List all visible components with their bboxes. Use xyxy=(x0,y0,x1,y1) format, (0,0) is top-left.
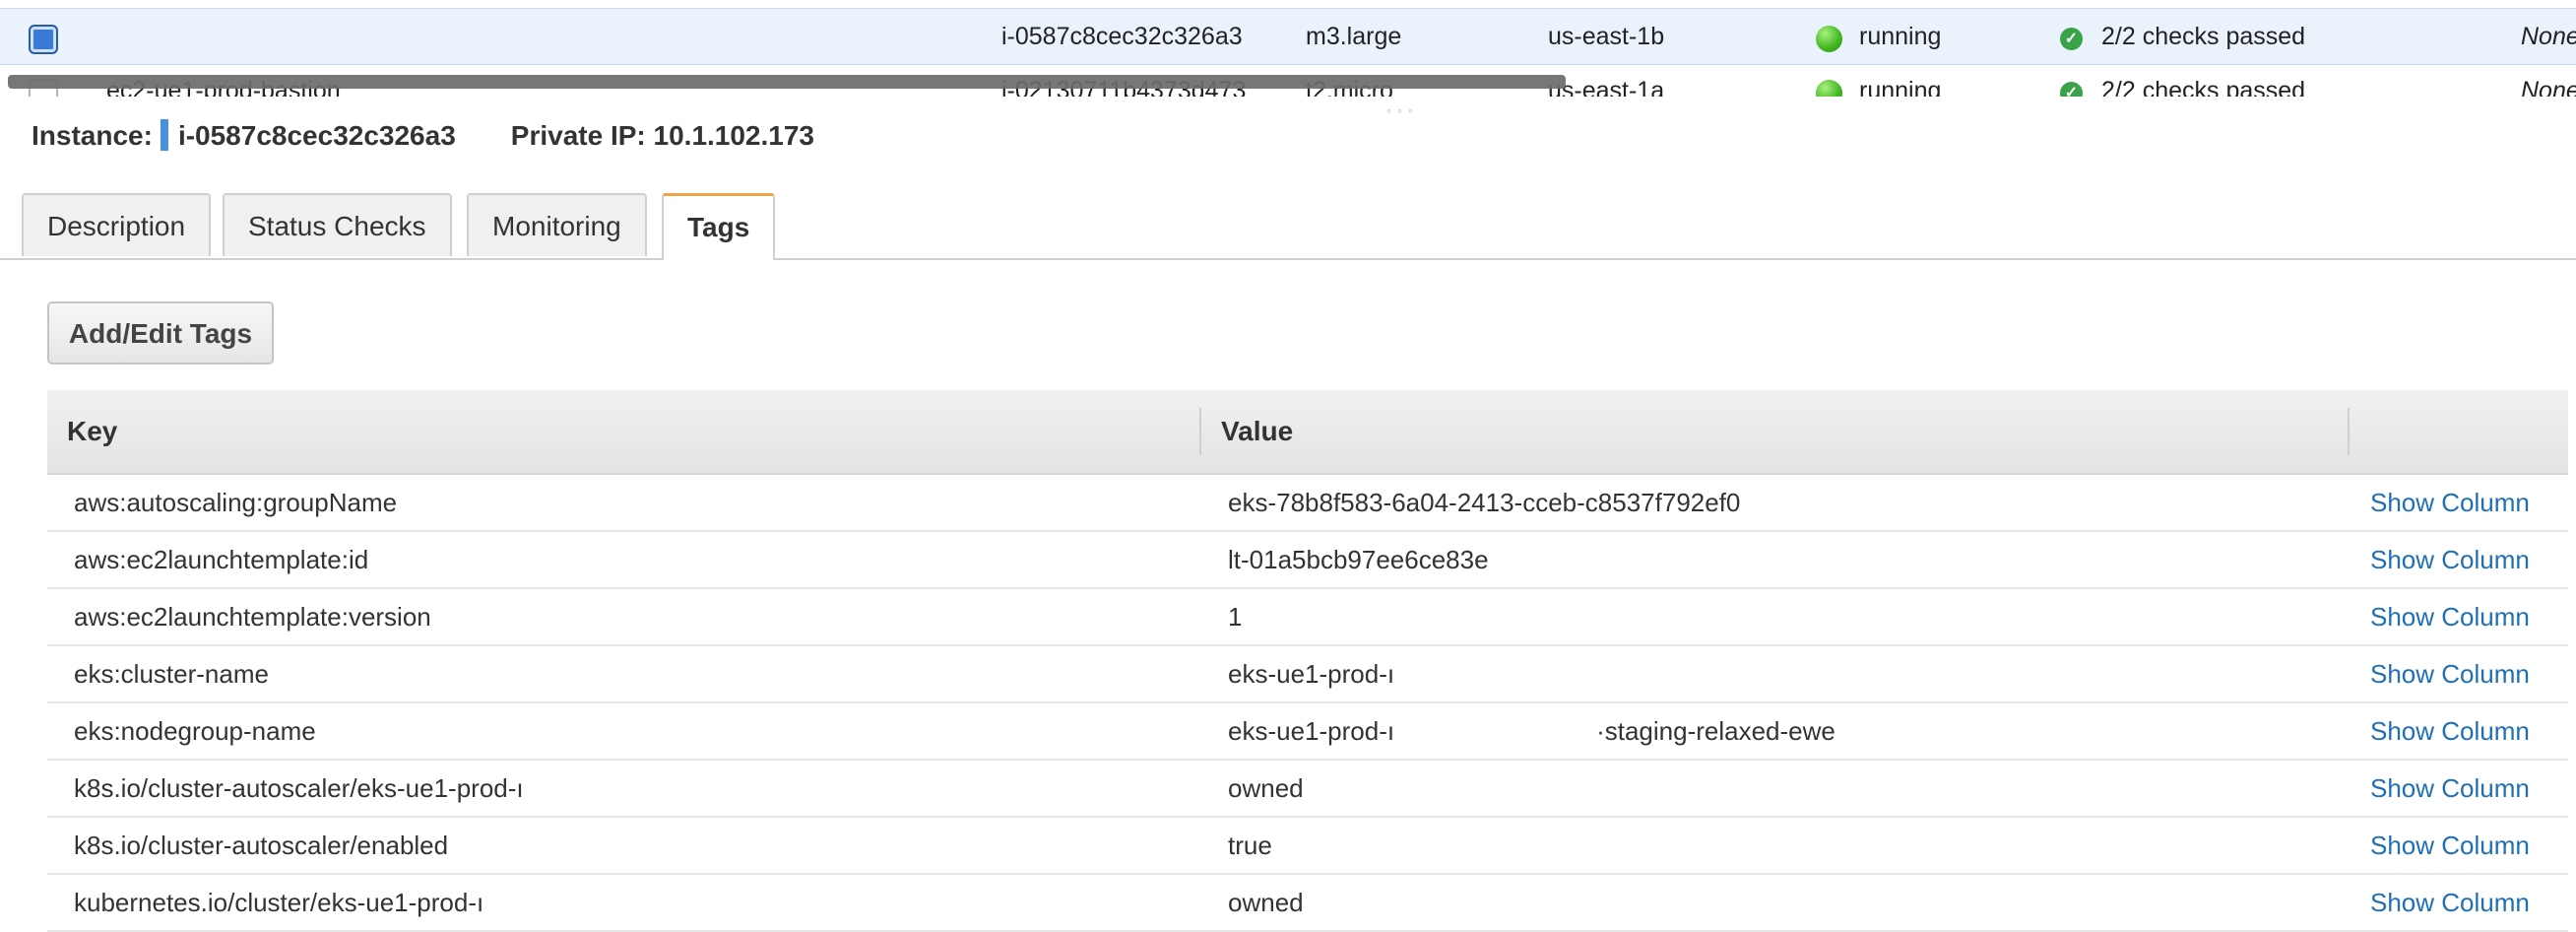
instance-type: m3.large xyxy=(1306,23,1402,50)
instance-state: running xyxy=(1859,77,1942,97)
tag-value-text: eks-ue1-prod-ı xyxy=(1228,716,1395,746)
tab-monitoring[interactable]: Monitoring xyxy=(467,193,647,256)
instance-id-value: i-0587c8cec32c326a3 xyxy=(177,120,456,151)
tab-tags[interactable]: Tags xyxy=(662,193,776,260)
table-header: Key Value xyxy=(47,390,2568,475)
instance-label: Instance: xyxy=(32,120,153,151)
table-row: aws:ec2launchtemplate:version 1 Show Col… xyxy=(47,589,2568,646)
instance-list: i-0587c8cec32c326a3 m3.large us-east-1b … xyxy=(0,0,2576,97)
tab-description[interactable]: Description xyxy=(22,193,212,256)
tag-key: eks:cluster-name xyxy=(74,659,269,689)
table-row: kubernetes.io/cluster/eks-ue1-prod-ı own… xyxy=(47,875,2568,932)
show-column-link[interactable]: Show Column xyxy=(2370,532,2530,587)
instance-row-selected[interactable]: i-0587c8cec32c326a3 m3.large us-east-1b … xyxy=(0,8,2576,65)
green-circle-icon xyxy=(1816,26,1842,52)
tag-key: k8s.io/cluster-autoscaler/eks-ue1-prod-ı xyxy=(74,773,524,803)
private-ip-value: 10.1.102.173 xyxy=(653,120,815,151)
table-row: k8s.io/cluster-autoscaler/enabled true S… xyxy=(47,818,2568,875)
tag-key: aws:autoscaling:groupName xyxy=(74,488,398,517)
table-row: k8s.io/cluster-autoscaler/eks-ue1-prod-ı… xyxy=(47,761,2568,818)
column-divider[interactable] xyxy=(2348,408,2350,455)
status-checks: 2/2 checks passed xyxy=(2101,77,2306,97)
tag-value: eks-78b8f583-6a04-2413-cceb-c8537f792ef0 xyxy=(1228,488,1741,517)
show-column-link[interactable]: Show Column xyxy=(2370,761,2530,816)
tag-value: owned xyxy=(1228,888,1304,917)
column-divider[interactable] xyxy=(1199,408,1201,455)
detail-tabs: Description Status Checks Monitoring Tag… xyxy=(0,189,2576,260)
pane-splitter-scrollbar[interactable] xyxy=(8,75,1566,89)
green-circle-icon xyxy=(1816,80,1842,97)
tag-key: aws:ec2launchtemplate:version xyxy=(74,602,431,632)
tag-key: eks:nodegroup-name xyxy=(74,716,316,746)
show-column-link[interactable]: Show Column xyxy=(2370,589,2530,644)
tag-value: lt-01a5bcb97ee6ce83e xyxy=(1228,545,1489,574)
resize-grip-icon[interactable]: ◦◦◦ xyxy=(1386,102,1419,118)
show-column-link[interactable]: Show Column xyxy=(2370,875,2530,930)
tag-value-text: eks-ue1-prod-ı xyxy=(1228,659,1395,689)
alarm-status: None xyxy=(2521,23,2576,50)
show-column-link[interactable]: Show Column xyxy=(2370,818,2530,873)
column-header-key[interactable]: Key xyxy=(67,390,117,473)
show-column-link[interactable]: Show Column xyxy=(2370,646,2530,701)
instance-details-header: Instance: i-0587c8cec32c326a3 Private IP: … xyxy=(32,116,814,156)
table-row: eks:nodegroup-name eks-ue1-prod-ı ·stagin… xyxy=(47,703,2568,761)
tag-value: eks-ue1-prod-ı ·staging-relaxed-ewe xyxy=(1228,703,2311,759)
table-row: aws:ec2launchtemplate:id lt-01a5bcb97ee6… xyxy=(47,532,2568,589)
row-checkbox[interactable] xyxy=(29,25,58,54)
instance-state: running xyxy=(1859,23,1942,50)
tag-key: k8s.io/cluster-autoscaler/enabled xyxy=(74,831,449,860)
instance-color-marker xyxy=(160,119,168,151)
tag-value: eks-ue1-prod-ı xyxy=(1228,646,2311,701)
status-checks: 2/2 checks passed xyxy=(2101,23,2306,50)
alarm-status: None xyxy=(2521,77,2576,97)
tag-value-suffix: ·staging-relaxed-ewe xyxy=(1596,716,1835,746)
tags-table: Key Value aws:autoscaling:groupName eks-… xyxy=(47,390,2568,932)
table-row: aws:autoscaling:groupName eks-78b8f583-6… xyxy=(47,475,2568,532)
tab-status-checks[interactable]: Status Checks xyxy=(223,193,452,256)
tag-value: 1 xyxy=(1228,602,1243,632)
table-row: eks:cluster-name eks-ue1-prod-ı Show Col… xyxy=(47,646,2568,703)
availability-zone: us-east-1b xyxy=(1548,23,1665,50)
tag-key: kubernetes.io/cluster/eks-ue1-prod-ı xyxy=(74,888,484,917)
show-column-link[interactable]: Show Column xyxy=(2370,703,2530,759)
show-column-link[interactable]: Show Column xyxy=(2370,475,2530,530)
green-check-icon: ✓ xyxy=(2060,82,2083,97)
private-ip-label: Private IP: xyxy=(510,120,646,151)
tag-value: owned xyxy=(1228,773,1304,803)
add-edit-tags-button[interactable]: Add/Edit Tags xyxy=(47,301,274,365)
green-check-icon: ✓ xyxy=(2060,28,2083,50)
tag-value: true xyxy=(1228,831,1272,860)
tag-key: aws:ec2launchtemplate:id xyxy=(74,545,369,574)
column-header-value[interactable]: Value xyxy=(1221,390,1293,473)
instance-id: i-0587c8cec32c326a3 xyxy=(1001,23,1243,50)
